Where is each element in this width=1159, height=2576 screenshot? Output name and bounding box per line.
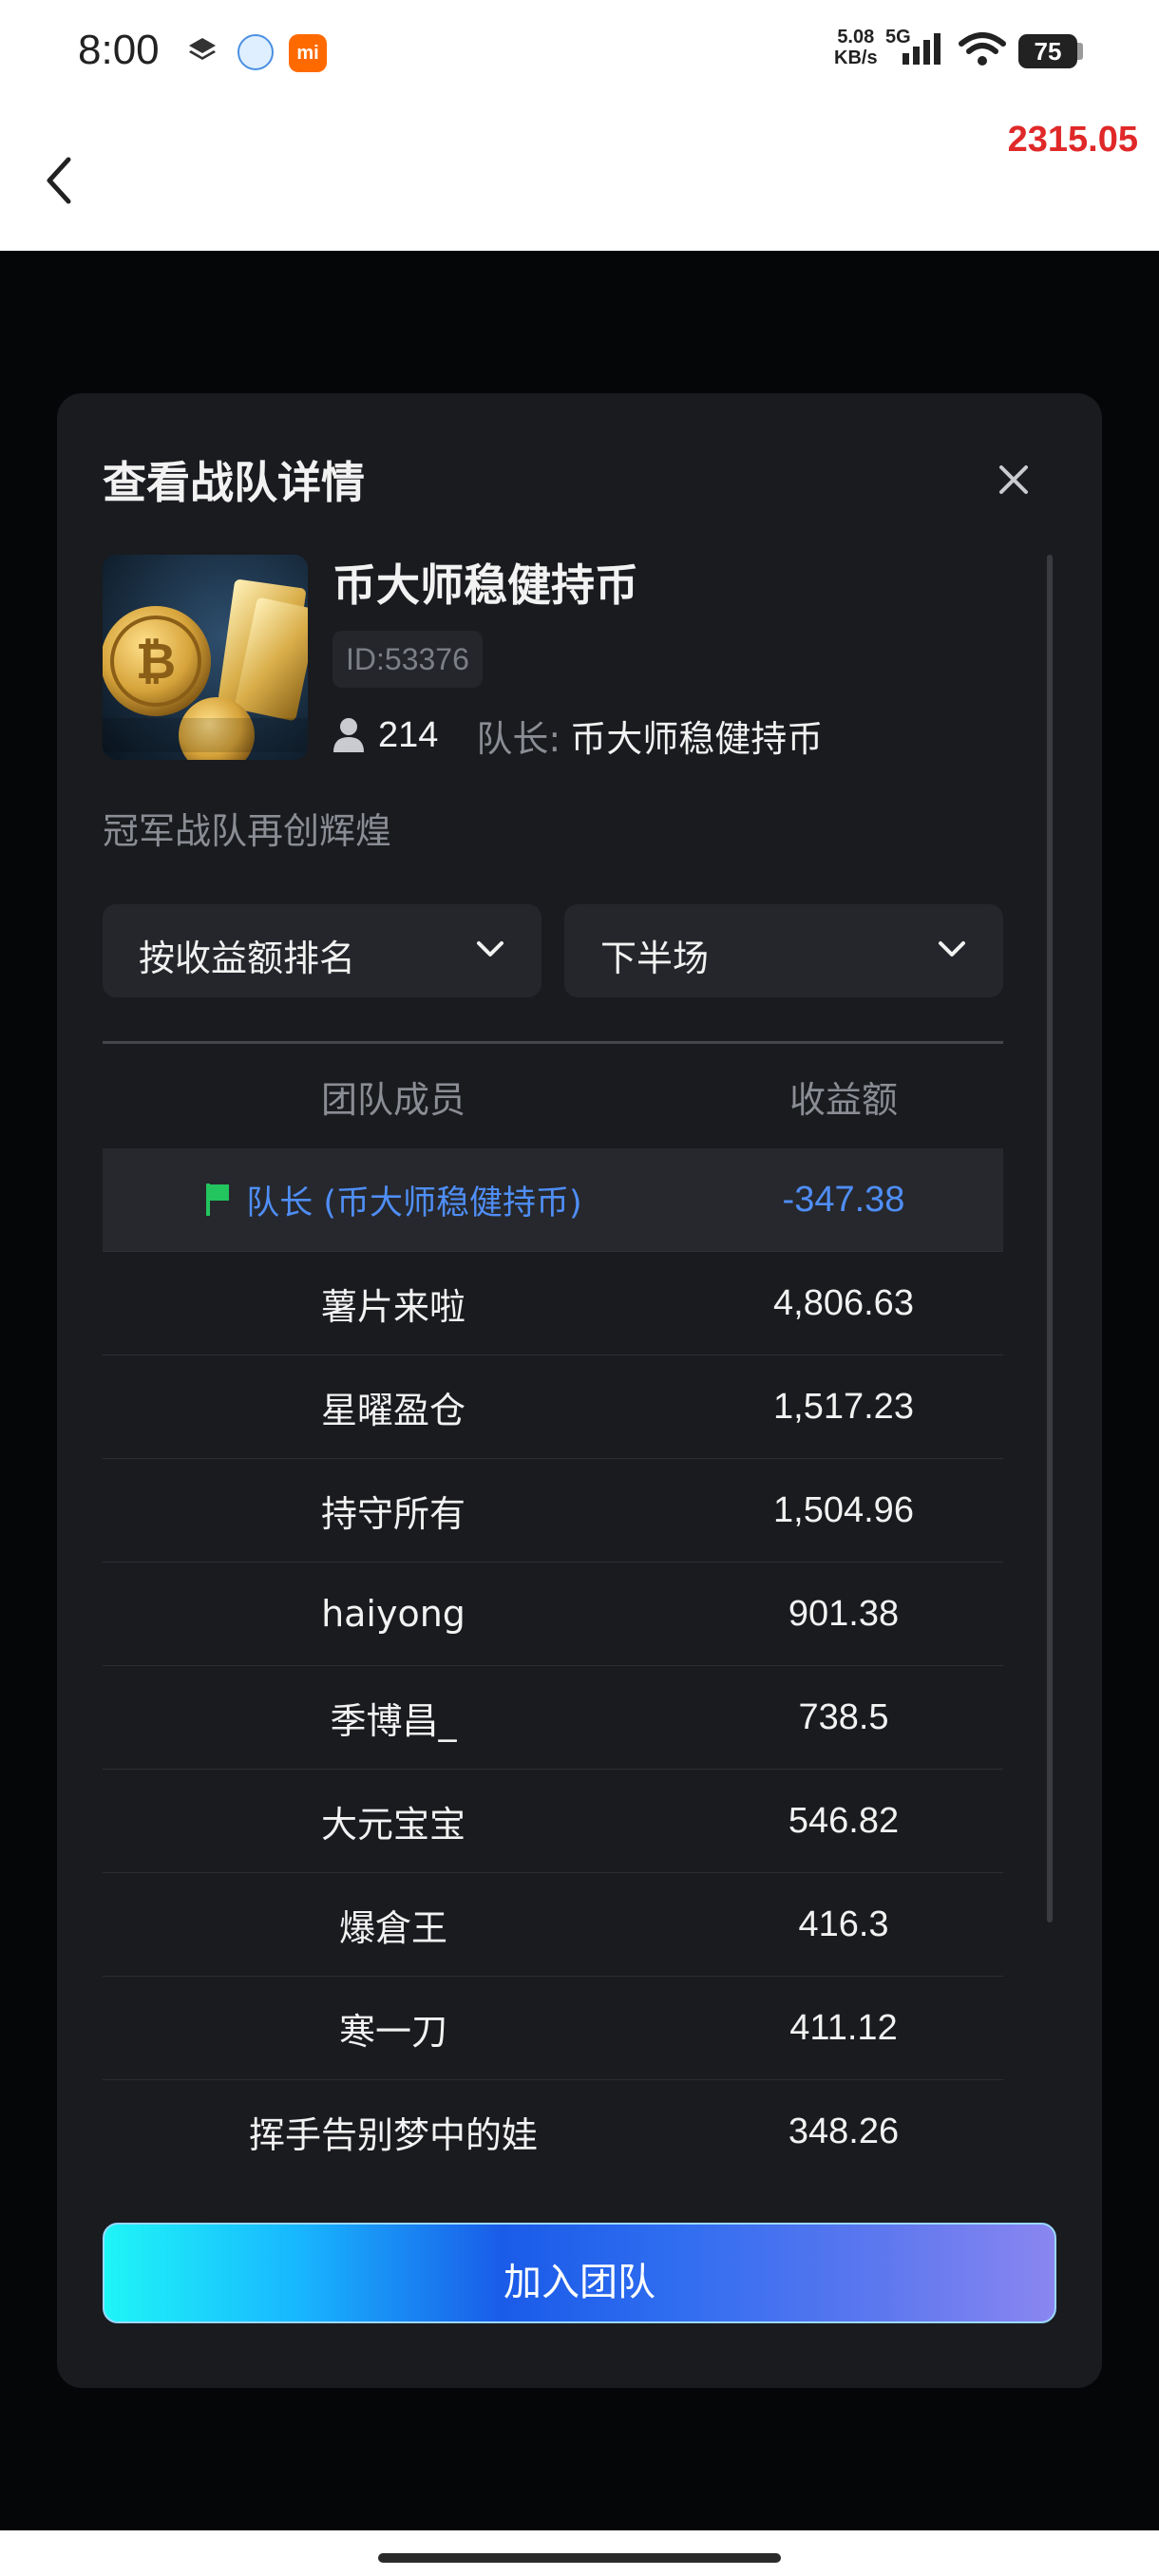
team-meta: 214 队长: 币大师稳健持币 — [332, 707, 823, 764]
sort-dropdown-label: 按收益额排名 — [139, 938, 356, 979]
member-name: 寒一刀 — [338, 2010, 447, 2053]
modal-title: 查看战队详情 — [103, 457, 365, 508]
captain-name: 币大师稳健持币 — [570, 717, 824, 760]
scrollbar[interactable] — [1047, 555, 1053, 1923]
table-row[interactable]: 爆倉王 416.3 — [103, 1872, 1003, 1976]
team-detail-modal: 查看战队详情 ₿ 币大师稳健持币 ID:53376 214 队长: 币大师稳健持… — [57, 393, 1102, 2388]
browser-app-icon — [238, 34, 274, 70]
layers-icon — [189, 38, 216, 60]
member-table: 团队成员 收益额 队长 (币大师稳健持币) -347.38 薯片来啦 4,806… — [103, 1041, 1003, 2183]
back-icon[interactable] — [38, 152, 80, 209]
member-name: 大元宝宝 — [320, 1803, 466, 1846]
home-indicator[interactable] — [378, 2553, 781, 2563]
status-time: 8:00 — [78, 27, 160, 73]
member-earnings: 1,504.96 — [773, 1489, 914, 1530]
table-header: 团队成员 收益额 — [103, 1041, 1003, 1148]
period-dropdown-label: 下半场 — [600, 938, 710, 979]
app-header: 2315.05 — [0, 104, 1159, 251]
captain-label: 队长: — [476, 717, 561, 760]
close-icon[interactable] — [998, 464, 1030, 496]
table-row[interactable]: 大元宝宝 546.82 — [103, 1769, 1003, 1872]
column-header-earnings: 收益额 — [788, 1078, 898, 1121]
member-name: 挥手告别梦中的娃 — [248, 2113, 538, 2156]
table-row[interactable]: 寒一刀 411.12 — [103, 1976, 1003, 2079]
member-name: 薯片来啦 — [320, 1285, 466, 1328]
member-earnings: 416.3 — [798, 1904, 889, 1944]
table-row[interactable]: 挥手告别梦中的娃 348.26 — [103, 2079, 1003, 2183]
table-row[interactable]: 星曜盈仓 1,517.23 — [103, 1354, 1003, 1458]
member-count: 214 — [378, 714, 439, 755]
member-name: 爆倉王 — [338, 1906, 447, 1949]
member-earnings: 411.12 — [789, 2007, 898, 2048]
table-row[interactable]: 季博昌_ 738.5 — [103, 1665, 1003, 1769]
member-earnings: 546.82 — [788, 1800, 900, 1841]
table-row[interactable]: haiyong 901.38 — [103, 1562, 1003, 1665]
person-icon — [333, 718, 364, 752]
flag-icon — [206, 1184, 230, 1216]
table-row[interactable]: 持守所有 1,504.96 — [103, 1458, 1003, 1562]
chevron-down-icon — [939, 941, 965, 957]
member-name: 季博昌_ — [330, 1699, 457, 1742]
member-earnings: 901.38 — [788, 1593, 900, 1634]
svg-text:₿: ₿ — [136, 634, 176, 691]
period-dropdown[interactable]: 下半场 — [564, 904, 1003, 997]
member-earnings: 348.26 — [788, 2111, 900, 2151]
member-name: 持守所有 — [320, 1492, 466, 1535]
mi-app-icon: mi — [289, 34, 327, 72]
member-name: 星曜盈仓 — [320, 1389, 466, 1431]
chevron-down-icon — [477, 941, 504, 957]
header-value: 2315.05 — [1007, 120, 1138, 160]
table-row[interactable]: 薯片来啦 4,806.63 — [103, 1251, 1003, 1354]
team-slogan: 冠军战队再创辉煌 — [103, 810, 392, 852]
column-header-member: 团队成员 — [320, 1078, 466, 1121]
captain-row-name: 队长 (币大师稳健持币) — [246, 1184, 582, 1222]
team-name: 币大师稳健持币 — [332, 559, 638, 611]
captain-row[interactable]: 队长 (币大师稳健持币) -347.38 — [103, 1148, 1003, 1251]
member-earnings: 4,806.63 — [773, 1282, 914, 1323]
net-speed: 5.08 KB/s — [834, 27, 878, 68]
team-id-badge: ID:53376 — [332, 631, 483, 688]
battery-icon: 75 — [1018, 34, 1077, 68]
team-logo: ₿ — [103, 555, 308, 760]
sort-dropdown[interactable]: 按收益额排名 — [103, 904, 542, 997]
member-earnings: 738.5 — [798, 1696, 889, 1737]
battery-cap — [1077, 43, 1083, 60]
join-team-button[interactable]: 加入团队 — [103, 2223, 1056, 2323]
member-name: haiyong — [321, 1593, 466, 1635]
member-earnings: 1,517.23 — [773, 1386, 914, 1427]
signal-icon — [902, 33, 940, 65]
wifi-icon — [959, 32, 1006, 66]
join-team-button-label: 加入团队 — [504, 2261, 656, 2304]
status-bar: 8:00 mi 5.08 KB/s 5G 75 — [0, 0, 1159, 104]
captain-row-value: -347.38 — [782, 1179, 905, 1220]
